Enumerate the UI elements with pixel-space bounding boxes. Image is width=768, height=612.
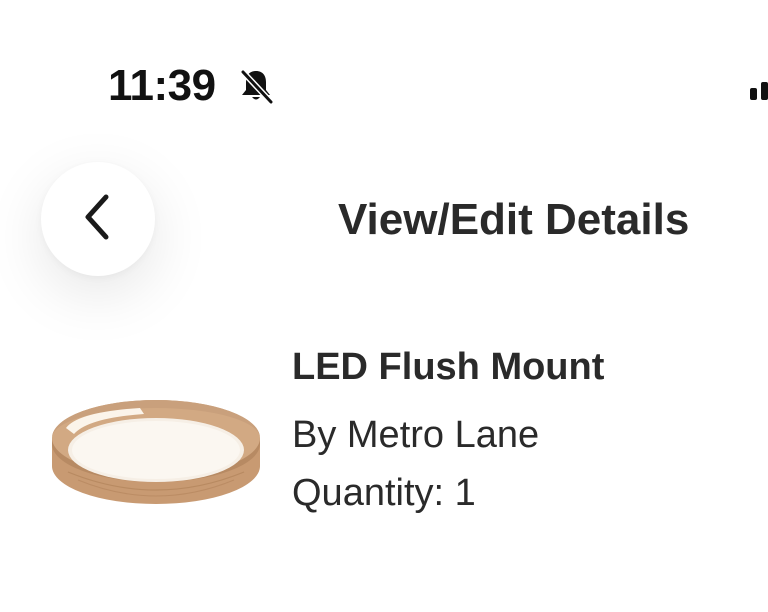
chevron-left-icon (78, 189, 118, 250)
page-title: View/Edit Details (338, 195, 690, 244)
status-time: 11:39 (108, 61, 216, 110)
product-brand: By Metro Lane (292, 414, 540, 456)
product-image (48, 388, 264, 528)
product-name: LED Flush Mount (292, 346, 605, 388)
back-button[interactable] (41, 162, 155, 276)
bell-slash-icon (236, 66, 276, 106)
product-quantity: Quantity: 1 (292, 472, 476, 514)
cellular-signal-icon (748, 78, 768, 102)
